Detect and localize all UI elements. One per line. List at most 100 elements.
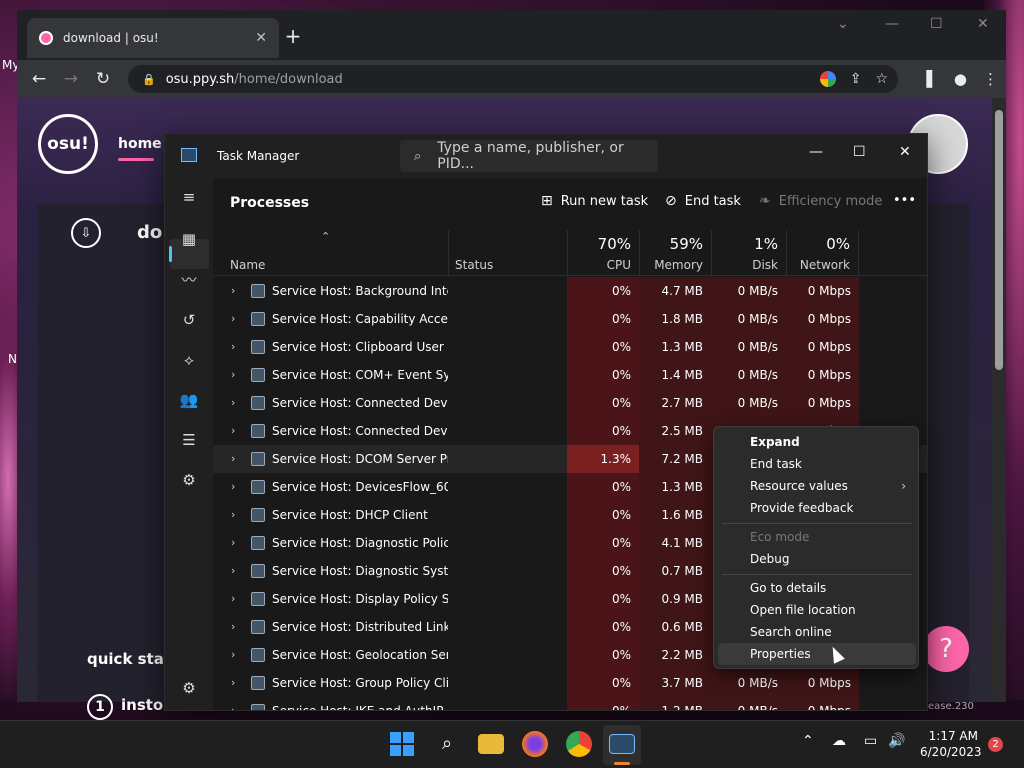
tm-minimize-icon[interactable]: —	[809, 144, 823, 160]
menu-expand[interactable]: Expand	[750, 435, 800, 449]
nav-home-link[interactable]: home	[118, 136, 162, 152]
chrome-icon[interactable]	[566, 731, 592, 757]
expand-chevron-icon[interactable]: ›	[231, 284, 235, 297]
menu-provide-feedback[interactable]: Provide feedback	[750, 501, 853, 515]
menu-resource-values[interactable]: Resource values	[750, 479, 848, 493]
cloud-offline-icon[interactable]: ☁	[832, 733, 846, 749]
scrollbar-thumb[interactable]	[995, 110, 1003, 370]
process-memory: 2.5 MB	[639, 417, 711, 445]
menu-properties[interactable]: Properties	[750, 647, 811, 661]
process-cpu: 0%	[567, 613, 639, 641]
process-memory: 1.3 MB	[639, 473, 711, 501]
profile-icon[interactable]: ●	[954, 70, 967, 88]
settings-gear-icon[interactable]: ⚙	[179, 678, 199, 698]
help-button[interactable]: ?	[923, 626, 969, 672]
details-icon[interactable]: ☰	[179, 430, 199, 450]
col-name[interactable]: Name	[213, 230, 448, 276]
users-icon[interactable]: 👥	[179, 390, 199, 410]
network-icon[interactable]: ▭	[864, 733, 877, 749]
process-row[interactable]: › Service Host: COM+ Event Sys... 0%1.4 MB…	[213, 361, 927, 389]
expand-chevron-icon[interactable]: ›	[231, 508, 235, 521]
efficiency-mode-button[interactable]: ❧ Efficiency mode	[759, 193, 882, 209]
menu-separator	[722, 523, 912, 524]
browser-tab-active[interactable]: download | osu! ✕	[27, 18, 279, 58]
expand-chevron-icon[interactable]: ›	[231, 564, 235, 577]
process-row[interactable]: › Service Host: Group Policy Cli... 0% 3.7 …	[213, 669, 927, 697]
col-memory[interactable]: 59% Memory	[639, 230, 711, 276]
startup-apps-icon[interactable]: ⟡	[179, 350, 199, 370]
expand-chevron-icon[interactable]: ›	[231, 368, 235, 381]
expand-chevron-icon[interactable]: ›	[231, 648, 235, 661]
menu-end-task[interactable]: End task	[750, 457, 802, 471]
bookmark-star-icon[interactable]: ☆	[875, 71, 888, 87]
address-bar[interactable]: 🔒 osu.ppy.sh /home/download ⇪ ☆	[128, 65, 898, 93]
process-row[interactable]: › Service Host: Capability Acces... 0% 1.8 …	[213, 305, 927, 333]
osu-logo[interactable]: osu!	[38, 114, 98, 174]
url-host: osu.ppy.sh	[165, 71, 235, 87]
firefox-icon[interactable]	[522, 731, 548, 757]
process-row[interactable]: › Service Host: IKE and AuthIP I... 0% 1.2 …	[213, 697, 927, 710]
processes-icon[interactable]: ▦	[179, 229, 199, 249]
google-lens-icon[interactable]	[819, 71, 836, 87]
process-search-input[interactable]: ⌕ Type a name, publisher, or PID...	[400, 140, 658, 172]
task-manager-taskbar-icon[interactable]	[609, 734, 635, 754]
expand-chevron-icon[interactable]: ›	[231, 592, 235, 605]
expand-chevron-icon[interactable]: ›	[231, 424, 235, 437]
expand-chevron-icon[interactable]: ›	[231, 340, 235, 353]
col-network[interactable]: 0% Network	[786, 230, 859, 276]
menu-go-to-details[interactable]: Go to details	[750, 581, 826, 595]
hamburger-menu-icon[interactable]: ≡	[179, 187, 199, 207]
reload-icon[interactable]: ↻	[87, 69, 119, 89]
expand-chevron-icon[interactable]: ›	[231, 312, 235, 325]
run-new-task-button[interactable]: ⊞ Run new task	[541, 193, 648, 209]
tab-strip: download | osu! ✕ + ⌄ — ☐ ✕	[17, 10, 1006, 60]
process-row[interactable]: › Service Host: Background Inte... 0% 4.7 M…	[213, 277, 927, 305]
expand-chevron-icon[interactable]: ›	[231, 704, 235, 710]
process-row[interactable]: › Service Host: Clipboard User S... 0% 1.3 …	[213, 333, 927, 361]
expand-chevron-icon[interactable]: ›	[231, 676, 235, 689]
share-icon[interactable]: ⇪	[850, 71, 862, 87]
col-status[interactable]: Status	[448, 230, 567, 276]
app-history-icon[interactable]: ↺	[179, 310, 199, 330]
tm-maximize-icon[interactable]: ☐	[853, 144, 866, 160]
process-row[interactable]: › Service Host: Connected Devi... 0% 2.7 MB…	[213, 389, 927, 417]
menu-separator-2	[722, 574, 912, 575]
menu-search-online[interactable]: Search online	[750, 625, 832, 639]
file-explorer-icon[interactable]	[478, 734, 504, 754]
page-scrollbar[interactable]	[992, 98, 1006, 702]
menu-open-file-location[interactable]: Open file location	[750, 603, 856, 617]
process-cpu: 0%	[567, 305, 639, 333]
performance-icon[interactable]: 〰	[179, 270, 199, 290]
expand-chevron-icon[interactable]: ›	[231, 452, 235, 465]
menu-debug[interactable]: Debug	[750, 552, 789, 566]
close-tab-icon[interactable]: ✕	[255, 30, 267, 46]
more-options-button[interactable]: •••	[893, 193, 916, 208]
tm-close-icon[interactable]: ✕	[899, 144, 911, 160]
expand-chevron-icon[interactable]: ›	[231, 480, 235, 493]
new-tab-button[interactable]: +	[279, 24, 307, 48]
expand-chevron-icon[interactable]: ›	[231, 620, 235, 633]
services-icon[interactable]: ⚙	[179, 470, 199, 490]
volume-icon[interactable]: 🔊	[888, 733, 905, 749]
side-panel-icon[interactable]: ▌	[926, 70, 938, 88]
expand-chevron-icon[interactable]: ›	[231, 396, 235, 409]
expand-chevron-icon[interactable]: ›	[231, 536, 235, 549]
col-cpu[interactable]: 70% CPU	[567, 230, 639, 276]
forward-icon[interactable]: →	[55, 69, 87, 89]
tab-search-icon[interactable]: ⌄	[837, 16, 849, 32]
notification-badge[interactable]: 2	[988, 737, 1003, 752]
end-task-button[interactable]: ⊘ End task	[665, 193, 741, 209]
browser-toolbar: ← → ↻ 🔒 osu.ppy.sh /home/download ⇪ ☆ ▌ …	[17, 60, 1006, 98]
maximize-icon[interactable]: ☐	[930, 16, 943, 32]
minimize-icon[interactable]: —	[885, 16, 899, 32]
back-icon[interactable]: ←	[23, 69, 55, 89]
tray-overflow-icon[interactable]: ⌃	[802, 733, 814, 749]
col-disk[interactable]: 1% Disk	[711, 230, 786, 276]
menu-kebab-icon[interactable]: ⋮	[983, 70, 998, 88]
windows-start-icon[interactable]	[389, 731, 415, 757]
col-disk-label: Disk	[752, 258, 778, 272]
taskbar-clock[interactable]: 1:17 AM 6/20/2023	[920, 728, 982, 760]
close-window-icon[interactable]: ✕	[977, 16, 989, 32]
process-disk: 0 MB/s	[711, 305, 786, 333]
search-taskbar-icon[interactable]: ⌕	[434, 731, 460, 757]
